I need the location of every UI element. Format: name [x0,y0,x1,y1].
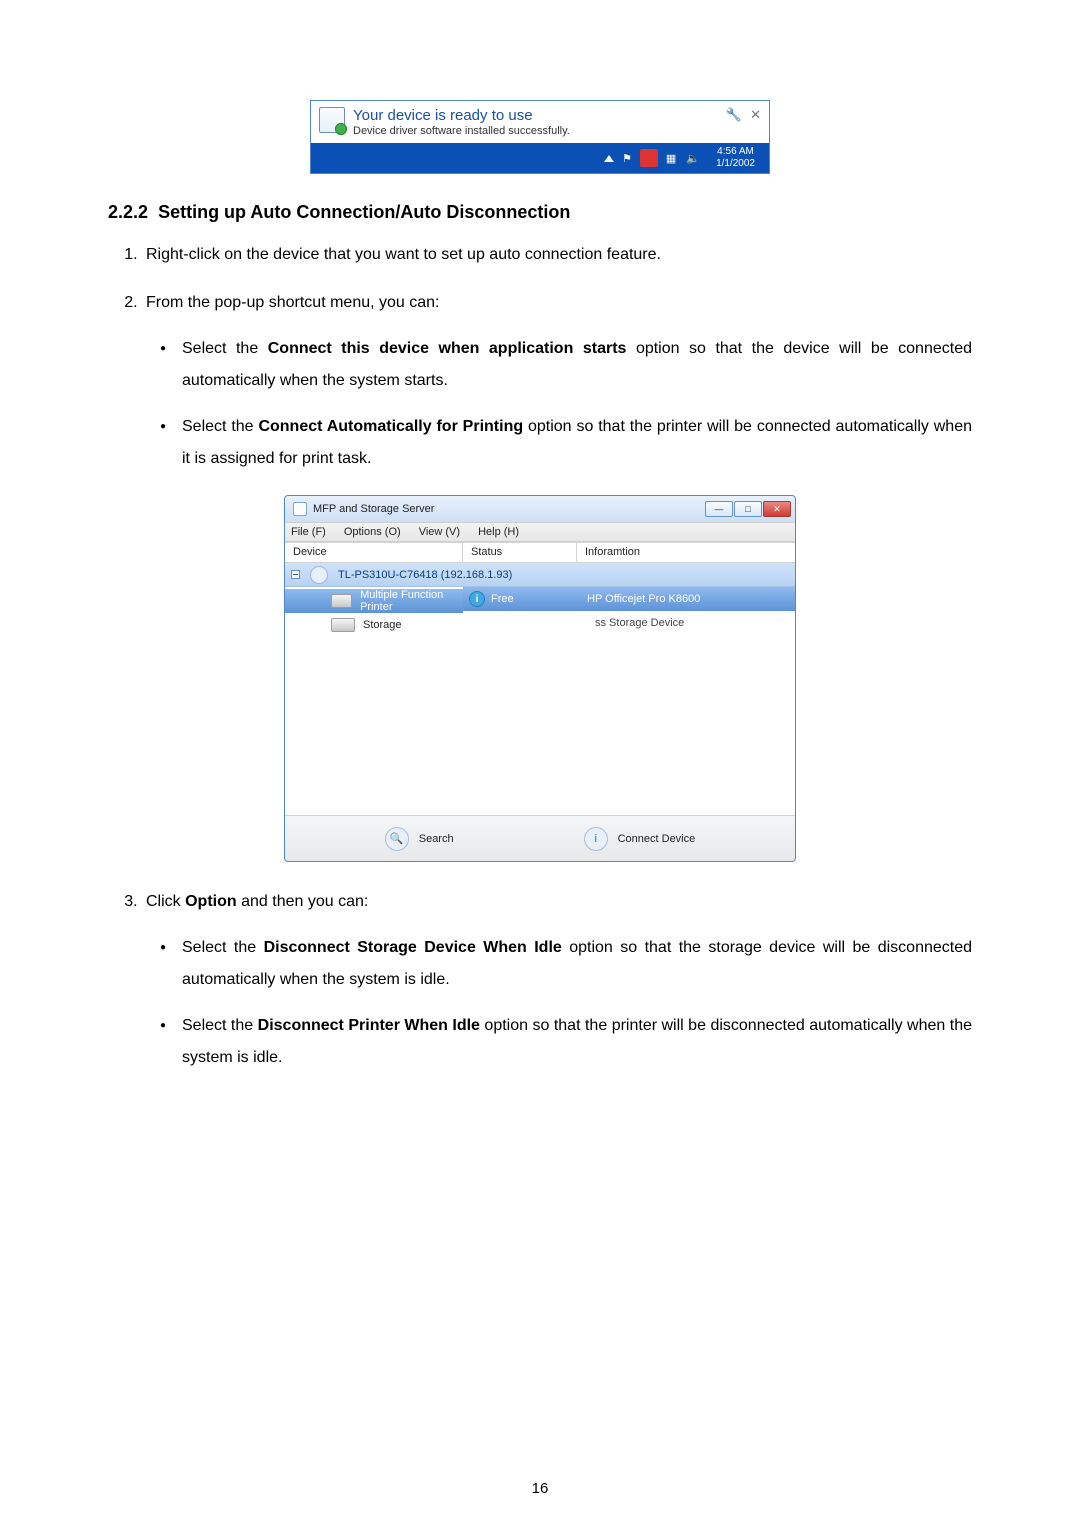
step-3: Click Option and then you can: Select th… [142,886,972,1074]
window-title: MFP and Storage Server [313,503,434,515]
menu-view[interactable]: View (V) [419,526,460,538]
menu-bar: File (F) Options (O) View (V) Help (H) [285,522,795,542]
col-device[interactable]: Device [285,543,463,562]
menu-help[interactable]: Help (H) [478,526,519,538]
page-number: 16 [0,1480,1080,1497]
tray-chevron-icon[interactable] [604,155,614,162]
server-row[interactable]: TL-PS310U-C76418 (192.168.1.93) [285,563,795,587]
col-status[interactable]: Status [463,543,577,562]
section-heading: 2.2.2 Setting up Auto Connection/Auto Di… [108,202,972,223]
printer-icon [331,594,352,608]
tree-item-printer[interactable]: Multiple Function Printer [285,589,463,613]
maximize-button[interactable]: □ [734,501,762,517]
step-3-bullet-1: Select the Disconnect Storage Device Whe… [182,932,972,996]
minimize-button[interactable]: — [705,501,733,517]
step-2: From the pop-up shortcut menu, you can: … [142,287,972,475]
info-icon: i [469,591,485,607]
column-headers: Device Status Inforamtion [285,543,795,563]
printer-model: HP Officejet Pro K8600 [577,587,795,611]
volume-icon[interactable]: 🔈 [684,149,702,167]
menu-options[interactable]: Options (O) [344,526,401,538]
search-button[interactable]: 🔍 Search [385,827,454,851]
server-label: TL-PS310U-C76418 (192.168.1.93) [338,569,512,581]
step-3-bullet-2: Select the Disconnect Printer When Idle … [182,1010,972,1074]
step-1: Right-click on the device that you want … [142,239,972,271]
device-icon [319,107,345,133]
close-icon[interactable]: ✕ [750,107,761,123]
step-2-bullet-1: Select the Connect this device when appl… [182,333,972,397]
col-info[interactable]: Inforamtion [577,543,795,562]
storage-label: Storage [363,619,402,631]
notification-title: Your device is ready to use [353,107,570,125]
connect-device-button[interactable]: i Connect Device [584,827,696,851]
storage-info: ss Storage Device [577,617,795,629]
status-chip: i Free [463,587,577,611]
step-2-bullet-2: Select the Connect Automatically for Pri… [182,411,972,475]
app-icon [293,502,307,516]
tray-clock[interactable]: 4:56 AM 1/1/2002 [706,146,761,170]
flag-icon[interactable] [640,149,658,167]
tool-icon: 🔧 [726,107,742,123]
connect-icon: i [584,827,608,851]
tree-collapse-icon[interactable] [291,570,300,579]
server-icon [310,566,328,584]
figure-app-window: MFP and Storage Server — □ ✕ File (F) Op… [108,495,972,862]
close-button[interactable]: ✕ [763,501,791,517]
search-icon: 🔍 [385,827,409,851]
tree-item-storage[interactable]: Storage [285,613,463,637]
printer-label: Multiple Function Printer [360,589,463,613]
network-icon[interactable]: ▦ [662,149,680,167]
notification-subtitle: Device driver software installed success… [353,125,570,137]
storage-icon [331,618,355,632]
action-center-icon[interactable]: ⚑ [618,149,636,167]
menu-file[interactable]: File (F) [291,526,326,538]
figure-notification: Your device is ready to use Device drive… [108,100,972,174]
